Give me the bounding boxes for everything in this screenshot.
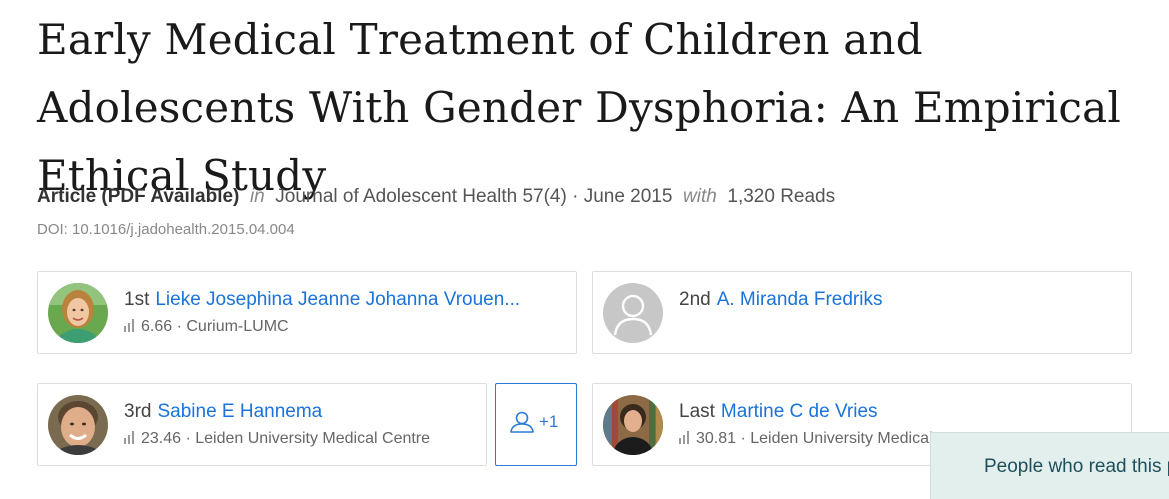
author-avatar[interactable] [48,283,108,343]
more-authors-content: +1 [509,411,558,433]
author-name-link[interactable]: Lieke Josephina Jeanne Johanna Vrouen... [155,289,520,310]
author-card-3[interactable]: 3rd Sabine E Hannema 23.46 · Leiden Unive… [37,383,487,466]
author-rank: 1st [124,289,150,310]
meta-in-label: in [249,186,265,207]
author-name-link[interactable]: Sabine E Hannema [157,401,322,422]
publication-title: Early Medical Treatment of Children and … [37,15,1121,200]
author-3-line: 3rd Sabine E Hannema [124,400,322,424]
bar-chart-icon [124,318,135,338]
author-avatar[interactable] [603,395,663,455]
author-name-link[interactable]: A. Miranda Fredriks [717,289,883,310]
author-card-1[interactable]: 1st Lieke Josephina Jeanne Johanna Vrouen… [37,271,577,354]
publication-meta: Article (PDF Available) in Journal of Ad… [37,184,835,210]
meta-with-label: with [683,186,717,207]
reads-count: 1,320 Reads [727,186,836,207]
author-name-link[interactable]: Martine C de Vries [721,401,878,422]
author-avatar[interactable] [48,395,108,455]
person-outline-icon [510,411,534,433]
author-rank: 3rd [124,401,152,422]
author-1-line: 1st Lieke Josephina Jeanne Johanna Vrouen… [124,288,520,312]
author-rank: 2nd [679,289,711,310]
author-stats-text: 23.46 · Leiden University Medical Centre [141,430,431,447]
bar-chart-icon [124,430,135,450]
publication-type: Article (PDF Available) [37,186,240,207]
author-3-stats: 23.46 · Leiden University Medical Centre [124,429,430,450]
author-1-stats: 6.66 · Curium-LUMC [124,317,289,338]
toast-text: People who read this publication also re… [984,456,1169,477]
doi: DOI: 10.1016/j.jadohealth.2015.04.004 [37,221,295,238]
related-reading-toast[interactable]: People who read this publication also re… [930,432,1169,499]
author-stats-text: 6.66 · Curium-LUMC [141,318,289,335]
author-4-line: Last Martine C de Vries [679,400,878,424]
author-2-line: 2nd A. Miranda Fredriks [679,288,882,312]
bar-chart-icon [679,430,690,450]
more-authors-button[interactable]: +1 [495,383,577,466]
more-authors-count: +1 [539,412,559,431]
author-card-2[interactable]: 2nd A. Miranda Fredriks [592,271,1132,354]
author-rank: Last [679,401,715,422]
journal-info[interactable]: Journal of Adolescent Health 57(4) · Jun… [275,186,672,207]
default-avatar-icon[interactable] [603,283,663,343]
